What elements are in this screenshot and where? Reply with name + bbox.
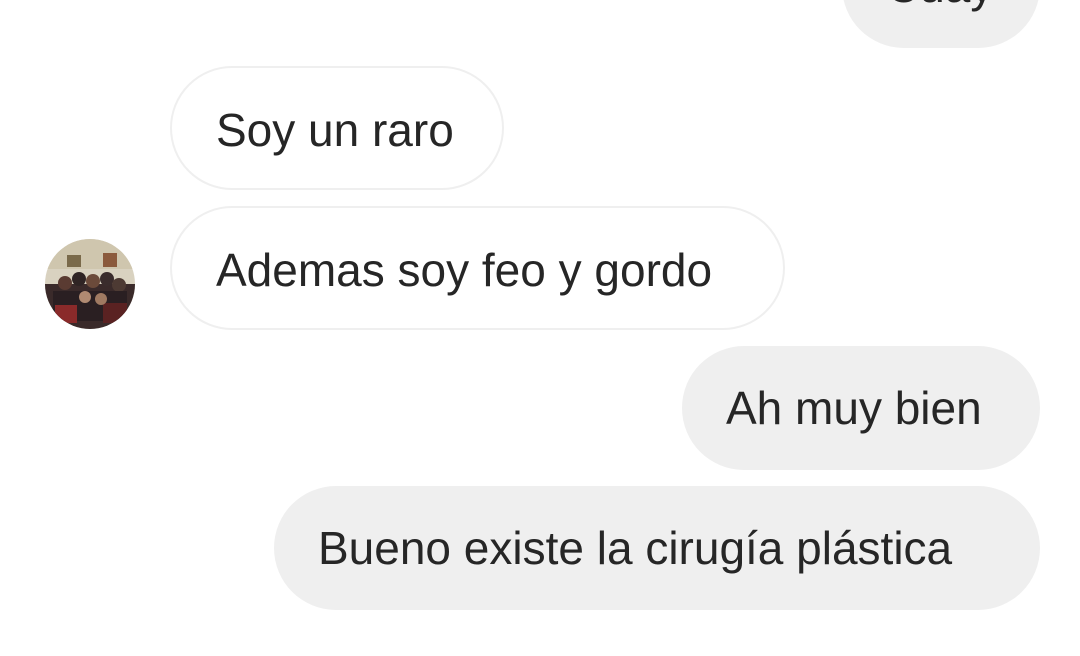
message-bubble-outgoing[interactable]: Ah muy bien <box>682 346 1040 470</box>
group-photo-avatar-icon <box>45 239 135 329</box>
message-bubble-incoming[interactable]: Ademas soy feo y gordo <box>170 206 785 330</box>
message-text: Ah muy bien <box>726 382 982 434</box>
message-thread: Cuay Soy un raro Ademas soy feo y gordo … <box>0 0 1080 656</box>
message-text: Ademas soy feo y gordo <box>216 244 713 296</box>
message-text: Soy un raro <box>216 104 454 156</box>
message-bubble-outgoing[interactable]: Cuay <box>842 0 1040 48</box>
message-text: Bueno existe la cirugía plástica <box>318 522 953 574</box>
message-bubble-incoming[interactable]: Soy un raro <box>170 66 504 190</box>
sender-avatar[interactable] <box>45 239 135 329</box>
message-bubble-outgoing[interactable]: Bueno existe la cirugía plástica <box>274 486 1040 610</box>
message-text: Cuay <box>886 0 993 12</box>
